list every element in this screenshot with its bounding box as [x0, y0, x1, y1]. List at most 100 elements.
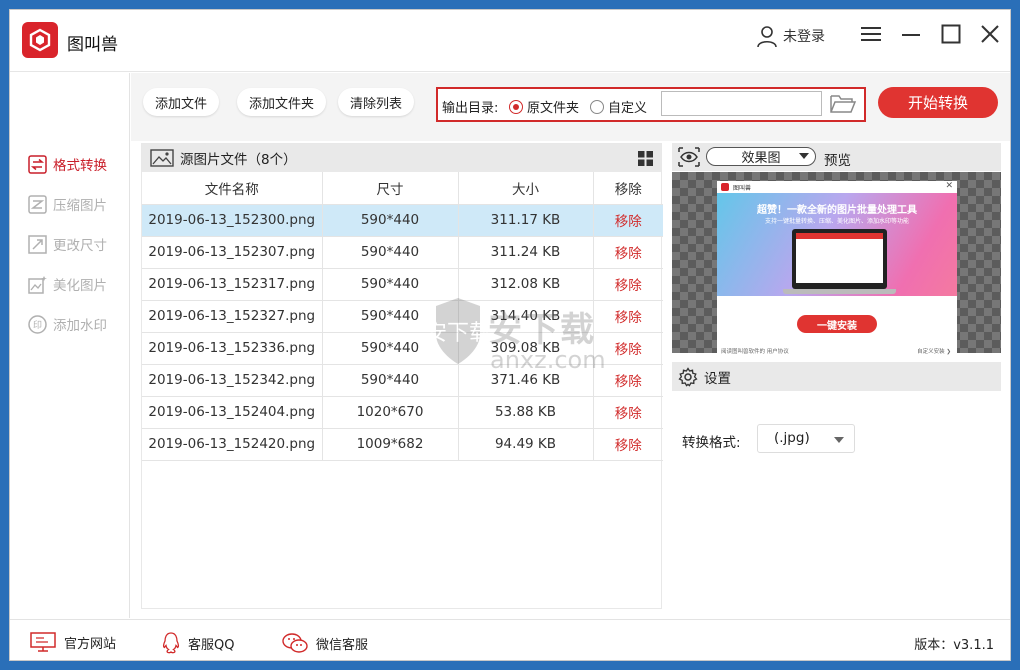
dimension-cell: 590*440: [322, 300, 459, 333]
support-qq-label: 客服QQ: [188, 637, 235, 653]
sidebar-item-compress[interactable]: 压缩图片: [28, 193, 107, 215]
filesize-cell: 311.17 KB: [458, 204, 594, 237]
radio-custom-label: 自定义: [608, 101, 648, 116]
sidebar: 格式转换 压缩图片 更改尺寸 美化图片 印 添加水印: [10, 73, 130, 618]
official-website-label: 官方网站: [64, 636, 117, 652]
close-icon: [981, 25, 999, 43]
filesize-cell: 311.24 KB: [458, 236, 594, 269]
table-row[interactable]: 2019-06-13_152307.png 590*440 311.24 KB …: [142, 236, 663, 269]
file-name-cell: 2019-06-13_152336.png: [142, 332, 323, 365]
wechat-support-label: 微信客服: [316, 637, 369, 653]
remove-link[interactable]: 移除: [593, 236, 663, 269]
chevron-down-icon: [834, 437, 844, 443]
output-path-input[interactable]: [661, 91, 822, 116]
column-header-name: 文件名称: [142, 172, 323, 205]
sidebar-item-beautify[interactable]: 美化图片: [28, 273, 107, 295]
file-name-cell: 2019-06-13_152317.png: [142, 268, 323, 301]
remove-link[interactable]: 移除: [593, 364, 663, 397]
title-bar: 图叫兽 未登录: [10, 10, 1010, 72]
preview-laptop-graphic: [792, 229, 887, 289]
table-row[interactable]: 2019-06-13_152336.png 590*440 309.08 KB …: [142, 332, 663, 365]
settings-header: 设置: [672, 362, 1001, 391]
preview-label: 预览: [824, 153, 851, 169]
clear-list-button[interactable]: 清除列表: [338, 88, 415, 116]
preview-close-icon: ✕: [945, 181, 953, 191]
browse-folder-button[interactable]: [829, 93, 857, 115]
preview-custom-install: 自定义安装 ❯: [917, 349, 951, 355]
table-row[interactable]: 2019-06-13_152420.png 1009*682 94.49 KB …: [142, 428, 663, 461]
sidebar-item-label: 格式转换: [53, 158, 107, 174]
sidebar-item-resize[interactable]: 更改尺寸: [28, 233, 107, 255]
sidebar-item-label: 美化图片: [53, 278, 107, 294]
settings-title: 设置: [704, 370, 731, 387]
maximize-button[interactable]: [938, 21, 964, 47]
start-convert-button[interactable]: 开始转换: [878, 87, 998, 118]
remove-link[interactable]: 移除: [593, 332, 663, 365]
format-select[interactable]: (.jpg): [757, 424, 855, 453]
radio-custom-folder[interactable]: 自定义: [590, 97, 647, 116]
table-row[interactable]: 2019-06-13_152404.png 1020*670 53.88 KB …: [142, 396, 663, 429]
dimension-cell: 1020*670: [322, 396, 459, 429]
laptop-screen: [796, 233, 883, 283]
radio-original-folder[interactable]: 原文件夹: [509, 97, 579, 116]
grid-view-icon[interactable]: [638, 151, 653, 166]
preview-agree-text: 阅读图叫兽软件的 用户协议: [721, 349, 789, 355]
minimize-icon: [902, 34, 920, 36]
dimension-cell: 590*440: [322, 332, 459, 365]
folder-open-icon: [830, 95, 857, 113]
monitor-icon: [30, 632, 56, 652]
format-label: 转换格式:: [682, 435, 741, 451]
file-name-cell: 2019-06-13_152307.png: [142, 236, 323, 269]
filesize-cell: 94.49 KB: [458, 428, 594, 461]
minimize-button[interactable]: [898, 21, 924, 47]
preview-panel: 效果图 预览 图叫兽 ✕ 超赞！一款全新的图片批量处理工具 支持一键批量转换、压…: [672, 143, 1001, 359]
image-icon: [150, 149, 174, 167]
beautify-icon: [28, 275, 47, 294]
close-button[interactable]: [977, 21, 1003, 47]
add-folder-button[interactable]: 添加文件夹: [237, 88, 327, 116]
remove-link[interactable]: 移除: [593, 428, 663, 461]
login-label: 未登录: [783, 29, 825, 45]
filesize-cell: 309.08 KB: [458, 332, 594, 365]
preview-mode-value: 效果图: [741, 151, 781, 166]
sidebar-item-format-convert[interactable]: 格式转换: [28, 153, 107, 175]
official-website-link[interactable]: 官方网站: [30, 632, 116, 652]
dimension-cell: 1009*682: [322, 428, 459, 461]
menu-button[interactable]: [858, 21, 884, 47]
preview-header: 效果图 预览: [672, 143, 1001, 171]
table-row[interactable]: 2019-06-13_152300.png 590*440 311.17 KB …: [142, 204, 663, 237]
support-qq-link[interactable]: 客服QQ: [162, 632, 234, 654]
file-name-cell: 2019-06-13_152420.png: [142, 428, 323, 461]
gear-icon: [678, 366, 698, 387]
preview-mode-select[interactable]: 效果图: [706, 147, 816, 166]
app-window: 图叫兽 未登录 格式转换 压缩图片 更改尺寸 美化图片 印 添加水印 添加文件 …: [9, 9, 1011, 661]
app-title: 图叫兽: [67, 35, 118, 55]
preview-install-button: 一键安装: [797, 315, 877, 333]
remove-link[interactable]: 移除: [593, 204, 663, 237]
table-row[interactable]: 2019-06-13_152327.png 590*440 314.40 KB …: [142, 300, 663, 333]
login-button[interactable]: 未登录: [755, 22, 825, 50]
preview-canvas: 图叫兽 ✕ 超赞！一款全新的图片批量处理工具 支持一键批量转换、压缩、美化图片、…: [672, 172, 1001, 359]
format-value: (.jpg): [774, 430, 810, 446]
dimension-cell: 590*440: [322, 364, 459, 397]
preview-headline: 超赞！一款全新的图片批量处理工具: [757, 205, 917, 216]
table-row[interactable]: 2019-06-13_152317.png 590*440 312.08 KB …: [142, 268, 663, 301]
maximize-icon: [941, 24, 961, 44]
filesize-cell: 312.08 KB: [458, 268, 594, 301]
file-name-cell: 2019-06-13_152342.png: [142, 364, 323, 397]
sidebar-item-watermark[interactable]: 印 添加水印: [28, 313, 107, 335]
remove-link[interactable]: 移除: [593, 300, 663, 333]
table-row[interactable]: 2019-06-13_152342.png 590*440 371.46 KB …: [142, 364, 663, 397]
output-directory-group: 输出目录: 原文件夹 自定义: [436, 87, 866, 122]
wechat-support-link[interactable]: 微信客服: [282, 632, 368, 654]
filesize-cell: 53.88 KB: [458, 396, 594, 429]
compress-icon: [28, 194, 47, 214]
file-table: 文件名称 尺寸 大小 移除 2019-06-13_152300.png 590*…: [142, 172, 663, 461]
remove-link[interactable]: 移除: [593, 396, 663, 429]
settings-panel: 设置 转换格式: (.jpg): [672, 362, 1001, 609]
svg-text:印: 印: [33, 319, 42, 331]
eye-icon: [678, 147, 700, 167]
remove-link[interactable]: 移除: [593, 268, 663, 301]
resize-icon: [28, 234, 47, 254]
add-file-button[interactable]: 添加文件: [143, 88, 220, 116]
